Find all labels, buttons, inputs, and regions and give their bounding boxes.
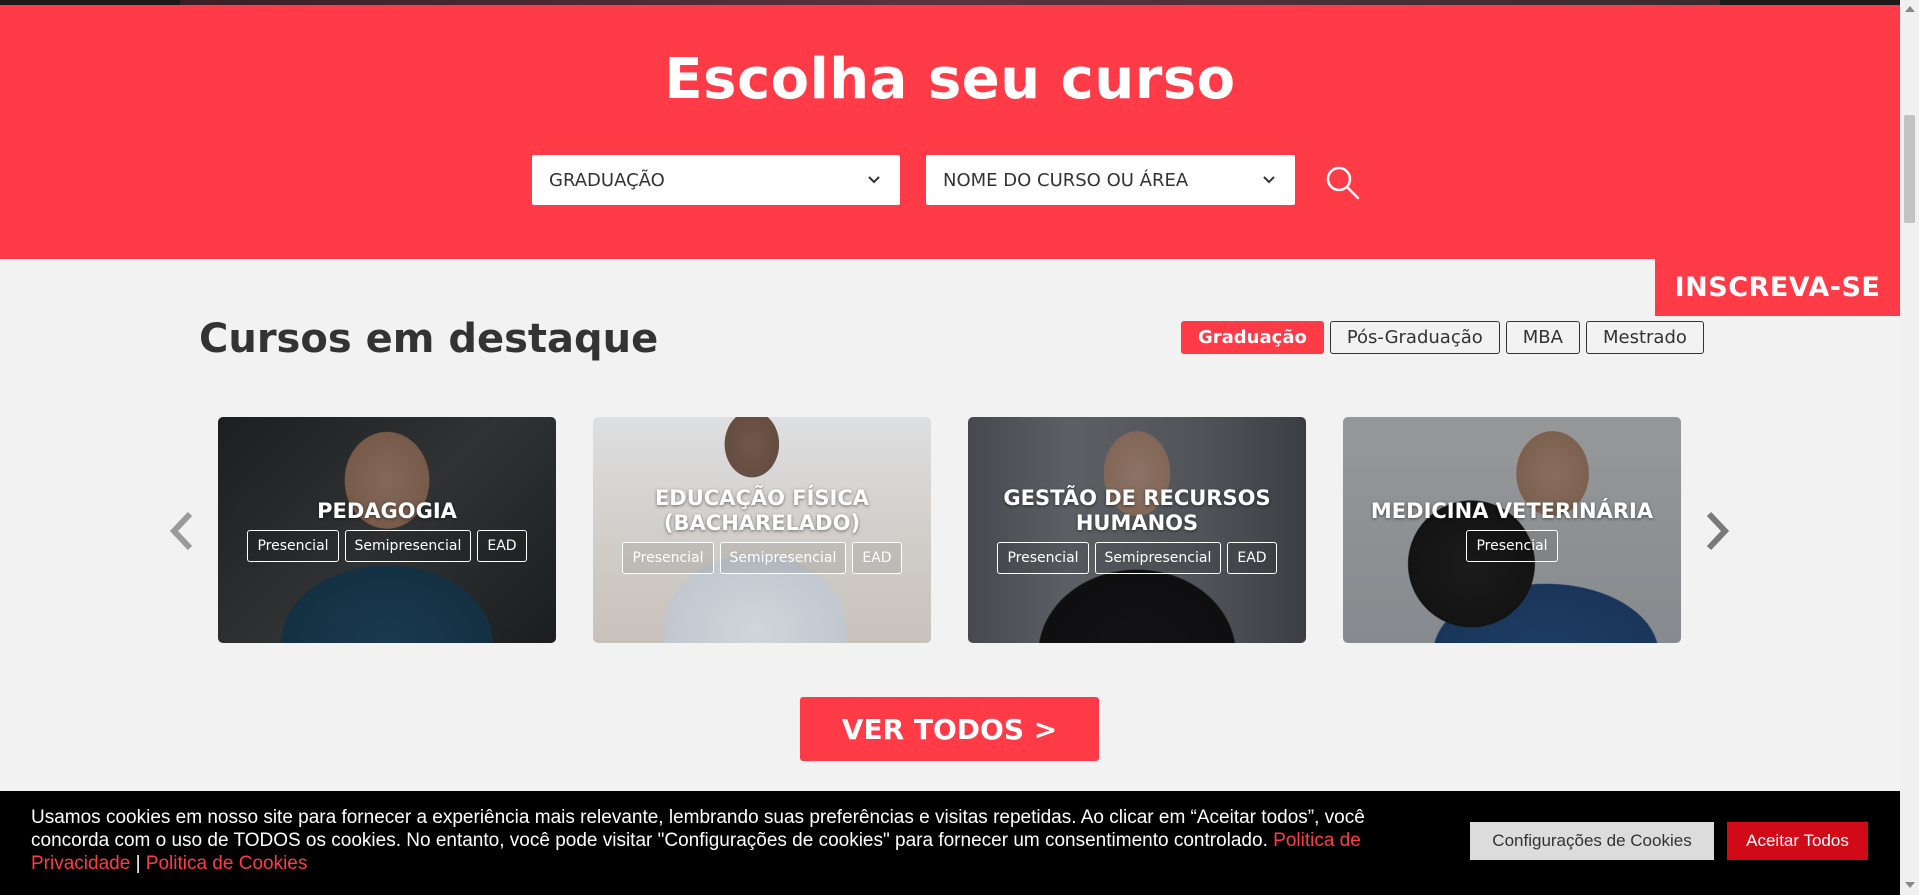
ver-todos-button[interactable]: VER TODOS > [800, 697, 1099, 761]
chevron-down-icon [1263, 176, 1275, 184]
chevron-down-icon [868, 176, 880, 184]
mode-badge[interactable]: Presencial [997, 542, 1089, 574]
level-select-value: GRADUAÇÃO [549, 169, 665, 191]
mode-badge[interactable]: EAD [852, 542, 902, 574]
scroll-thumb[interactable] [1904, 115, 1915, 223]
mode-badge[interactable]: EAD [477, 529, 527, 562]
mode-badge[interactable]: Semipresencial [1094, 542, 1222, 574]
link-separator: | [135, 853, 141, 874]
scroll-up-arrow-icon[interactable] [1905, 6, 1915, 12]
section-title: Cursos em destaque [199, 316, 659, 362]
mode-badge[interactable]: EAD [1227, 542, 1277, 574]
course-title: EDUCAÇÃO FÍSICA (BACHARELADO) [654, 486, 870, 535]
mode-badge[interactable]: Presencial [1466, 529, 1558, 562]
course-title: GESTÃO DE RECURSOS HUMANOS [1003, 486, 1271, 535]
course-title: PEDAGOGIA [317, 498, 457, 523]
hero-title: Escolha seu curso [664, 47, 1236, 112]
accept-all-button[interactable]: Aceitar Todos [1727, 822, 1868, 860]
tab-mestrado[interactable]: Mestrado [1585, 321, 1704, 354]
course-card-educacao-fisica[interactable]: EDUCAÇÃO FÍSICA (BACHARELADO) Presencial… [593, 417, 931, 643]
mode-badge[interactable]: Presencial [622, 542, 714, 574]
course-title: MEDICINA VETERINÁRIA [1370, 498, 1654, 523]
cookie-policy-link[interactable]: Politica de Cookies [146, 853, 308, 874]
course-card-gestao-rh[interactable]: GESTÃO DE RECURSOS HUMANOS Presencial Se… [968, 417, 1306, 643]
cookie-message: Usamos cookies em nosso site para fornec… [31, 807, 1365, 851]
mode-badge[interactable]: Presencial [247, 529, 339, 562]
cookie-settings-button[interactable]: Configurações de Cookies [1470, 822, 1714, 860]
search-icon[interactable] [1325, 165, 1361, 201]
carousel-next-icon[interactable] [1703, 510, 1733, 552]
mode-badge[interactable]: Semipresencial [719, 542, 847, 574]
cookie-banner: Usamos cookies em nosso site para fornec… [0, 791, 1900, 895]
scroll-down-arrow-icon[interactable] [1905, 882, 1915, 888]
carousel-prev-icon[interactable] [166, 510, 196, 552]
tab-mba[interactable]: MBA [1505, 321, 1580, 354]
scrollbar[interactable] [1900, 0, 1919, 895]
tab-pos-graduacao[interactable]: Pós-Graduação [1329, 321, 1500, 354]
inscreva-se-button[interactable]: INSCREVA-SE [1655, 258, 1900, 316]
hero-banner: Escolha seu curso GRADUAÇÃO NOME DO CURS… [0, 5, 1900, 259]
tab-graduacao[interactable]: Graduação [1181, 321, 1324, 354]
level-select[interactable]: GRADUAÇÃO [532, 155, 900, 205]
course-card-medicina-veterinaria[interactable]: MEDICINA VETERINÁRIA Presencial [1343, 417, 1681, 643]
cookie-text: Usamos cookies em nosso site para fornec… [31, 806, 1371, 875]
course-level-tabs: Graduação Pós-Graduação MBA Mestrado [1181, 321, 1704, 354]
course-card-pedagogia[interactable]: PEDAGOGIA Presencial Semipresencial EAD [218, 417, 556, 643]
mode-badge[interactable]: Semipresencial [344, 529, 472, 562]
course-select-value: NOME DO CURSO OU ÁREA [943, 169, 1189, 191]
course-select[interactable]: NOME DO CURSO OU ÁREA [926, 155, 1295, 205]
